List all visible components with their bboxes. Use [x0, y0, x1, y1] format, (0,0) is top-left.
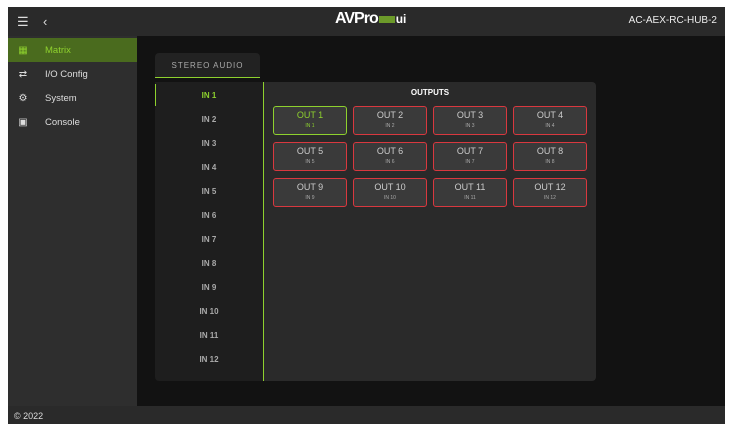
app: ☰ ‹ AVPro ui AC-AEX-RC-HUB-2 ▦ Matrix ⇄ I/O…	[8, 7, 725, 424]
sidebar-item-console[interactable]: ▣ Console	[8, 110, 137, 134]
output-button[interactable]: OUT 7 IN 7	[433, 142, 507, 171]
input-item[interactable]: IN 7	[155, 235, 263, 244]
output-label: OUT 2	[376, 110, 404, 120]
terminal-icon: ▣	[18, 116, 28, 128]
tab-stereo-audio[interactable]: STEREO AUDIO	[155, 53, 260, 78]
input-item[interactable]: IN 11	[155, 331, 263, 340]
input-list: IN 1 IN 2 IN 3 IN 4 IN 5 IN 6 IN 7 IN 8 IN 9 IN 1…	[155, 82, 263, 381]
output-source: IN 2	[385, 123, 395, 129]
output-label: OUT 6	[376, 146, 404, 156]
sidebar-item-label: Matrix	[45, 44, 71, 56]
output-source: IN 9	[305, 195, 315, 201]
hamburger-icon[interactable]: ☰	[17, 14, 29, 30]
header: ☰ ‹ AVPro ui AC-AEX-RC-HUB-2	[8, 7, 725, 36]
footer: © 2022	[8, 406, 725, 424]
output-button[interactable]: OUT 2 IN 2	[353, 106, 427, 135]
sidebar-item-io-config[interactable]: ⇄ I/O Config	[8, 62, 137, 86]
output-source: IN 10	[384, 195, 396, 201]
output-button[interactable]: OUT 4 IN 4	[513, 106, 587, 135]
output-button[interactable]: OUT 8 IN 8	[513, 142, 587, 171]
output-source: IN 12	[544, 195, 556, 201]
sidebar-item-matrix[interactable]: ▦ Matrix	[8, 38, 137, 62]
output-source: IN 5	[305, 159, 315, 165]
output-label: OUT 1	[296, 110, 324, 120]
input-item[interactable]: IN 12	[155, 355, 263, 364]
output-button[interactable]: OUT 3 IN 3	[433, 106, 507, 135]
outputs-panel: OUTPUTS OUT 1 IN 1 OUT 2 IN 2 OUT 3 IN 3 OUT 4…	[263, 82, 596, 381]
output-label: OUT 7	[456, 146, 484, 156]
output-label: OUT 9	[296, 182, 324, 192]
input-item[interactable]: IN 4	[155, 163, 263, 172]
output-label: OUT 10	[374, 182, 406, 192]
grid-icon: ▦	[18, 44, 28, 56]
output-label: OUT 8	[536, 146, 564, 156]
output-label: OUT 5	[296, 146, 324, 156]
sidebar-item-system[interactable]: ⚙ System	[8, 86, 137, 110]
output-label: OUT 3	[456, 110, 484, 120]
output-button[interactable]: OUT 12 IN 12	[513, 178, 587, 207]
output-source: IN 6	[385, 159, 395, 165]
logo: AVPro ui	[335, 10, 407, 27]
output-button[interactable]: OUT 9 IN 9	[273, 178, 347, 207]
input-item[interactable]: IN 5	[155, 187, 263, 196]
output-source: IN 8	[545, 159, 555, 165]
output-source: IN 11	[464, 195, 476, 201]
sidebar: ▦ Matrix ⇄ I/O Config ⚙ System ▣ Console	[8, 36, 137, 406]
output-label: OUT 12	[534, 182, 566, 192]
input-item[interactable]: IN 9	[155, 283, 263, 292]
output-source: IN 7	[465, 159, 475, 165]
output-button[interactable]: OUT 5 IN 5	[273, 142, 347, 171]
output-source: IN 4	[545, 123, 555, 129]
output-button[interactable]: OUT 6 IN 6	[353, 142, 427, 171]
sidebar-item-label: I/O Config	[45, 68, 88, 80]
chevron-left-icon[interactable]: ‹	[43, 14, 47, 29]
input-item[interactable]: IN 6	[155, 211, 263, 220]
input-item[interactable]: IN 8	[155, 259, 263, 268]
output-source: IN 1	[305, 123, 315, 129]
outputs-title: OUTPUTS	[410, 88, 450, 97]
output-source: IN 3	[465, 123, 475, 129]
gear-icon: ⚙	[18, 92, 28, 104]
arrows-icon: ⇄	[18, 68, 28, 80]
output-label: OUT 4	[536, 110, 564, 120]
output-button[interactable]: OUT 11 IN 11	[433, 178, 507, 207]
sidebar-item-label: Console	[45, 116, 80, 128]
output-button[interactable]: OUT 1 IN 1	[273, 106, 347, 135]
input-item[interactable]: IN 2	[155, 115, 263, 124]
output-button[interactable]: OUT 10 IN 10	[353, 178, 427, 207]
input-item[interactable]: IN 3	[155, 139, 263, 148]
input-item[interactable]: IN 10	[155, 307, 263, 316]
sidebar-item-label: System	[45, 92, 77, 104]
input-item[interactable]: IN 1	[155, 91, 263, 100]
device-name: AC-AEX-RC-HUB-2	[628, 15, 717, 26]
output-label: OUT 11	[454, 182, 486, 192]
